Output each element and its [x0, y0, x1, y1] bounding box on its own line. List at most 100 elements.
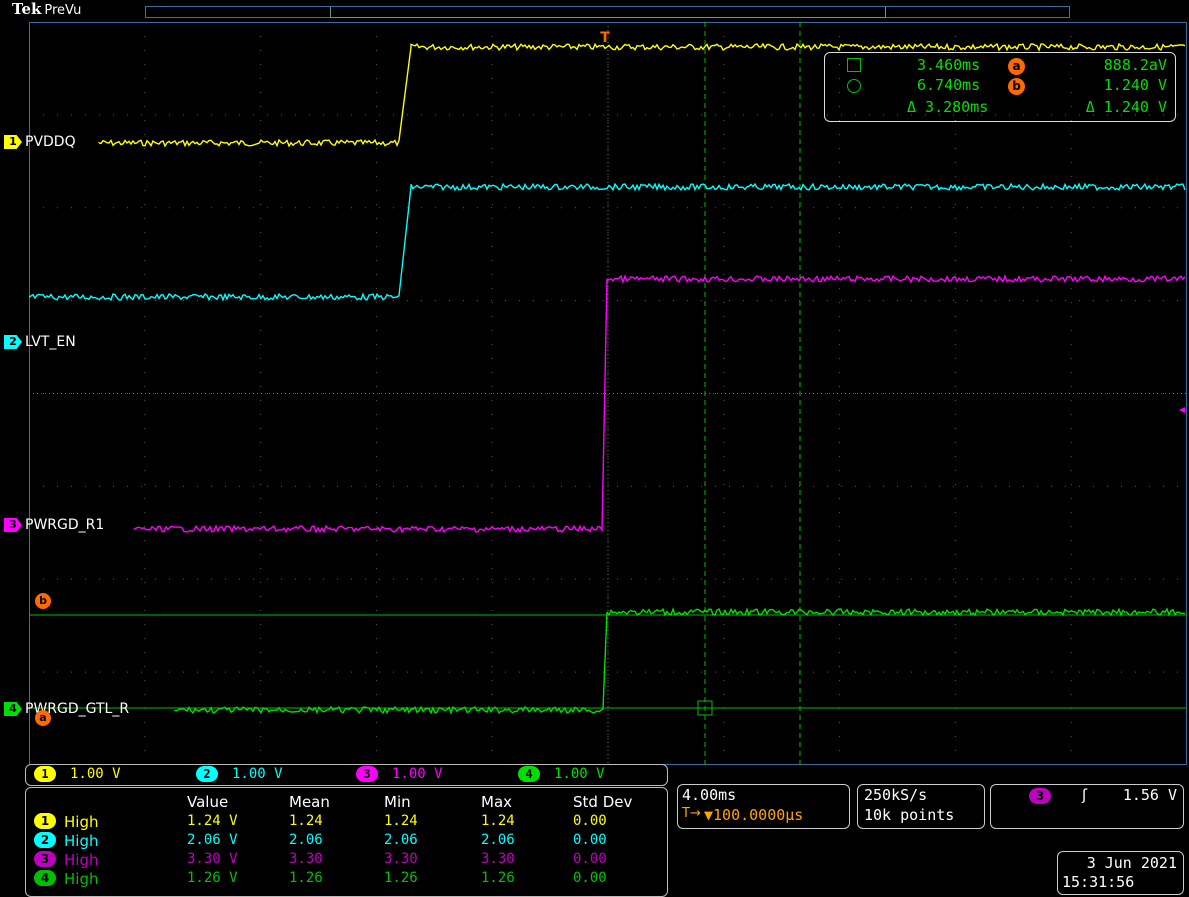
measurement-max: 1.26 — [481, 870, 515, 886]
datetime-display: 3 Jun 2021 15:31:56 — [1057, 851, 1184, 895]
header-min: Min — [384, 793, 411, 811]
rising-edge-icon: ʃ — [1082, 786, 1088, 804]
horizontal-settings[interactable]: 4.00ms T→ ▼100.0000µs — [677, 784, 850, 829]
timebase-scale: 4.00ms — [682, 786, 737, 804]
measurement-max: 3.30 — [481, 851, 515, 867]
brand-logo: Tek PreVu — [12, 0, 81, 18]
time: 15:31:56 — [1062, 873, 1135, 891]
cursor2-circle-icon — [847, 79, 861, 93]
cursor-delta-t: Δ 3.280ms — [907, 98, 989, 116]
measurement-std: 0.00 — [573, 832, 607, 848]
channel-badge: 4 — [34, 870, 56, 886]
channel-volts-per-div: 1.00 V — [70, 766, 121, 782]
measurements-panel[interactable]: Value Mean Min Max Std Dev 1 High 1.24 V 1.… — [25, 787, 668, 897]
marker-b-icon: b — [35, 593, 51, 609]
acquisition-mode: PreVu — [44, 3, 82, 18]
status-bar: Tek PreVu — [0, 0, 1189, 22]
header-std-dev: Std Dev — [573, 793, 633, 811]
measurement-std: 0.00 — [573, 813, 607, 829]
measurement-min: 1.24 — [384, 813, 418, 829]
cursor-v1: 888.2aV — [1103, 56, 1167, 74]
measurement-row-4[interactable]: 4 High 1.26 V 1.26 1.26 1.26 0.00 — [34, 870, 654, 888]
date: 3 Jun 2021 — [1086, 854, 1177, 872]
measurement-max: 2.06 — [481, 832, 515, 848]
header-max: Max — [481, 793, 513, 811]
channel-label-1[interactable]: 1 PVDDQ — [4, 133, 76, 151]
channel-scale-3[interactable]: 3 1.00 V — [356, 766, 443, 782]
header-mean: Mean — [289, 793, 330, 811]
waveform-ch4 — [174, 607, 1186, 715]
cursor-readout[interactable]: 3.460ms 6.740ms Δ 3.280ms a b 888.2aV 1.… — [824, 52, 1176, 122]
measurement-std: 0.00 — [573, 870, 607, 886]
trigger-level: 1.56 V — [1122, 786, 1177, 804]
cursor-delta-v: Δ 1.240 V — [1085, 98, 1167, 116]
graticule — [29, 22, 1187, 765]
waveform-ch3 — [133, 273, 1186, 534]
cursor1-square-icon — [847, 58, 861, 72]
header-value: Value — [187, 793, 229, 811]
measurement-value: 1.24 V — [187, 813, 238, 829]
channel-label-3[interactable]: 3 PWRGD_R1 — [4, 516, 104, 534]
measurement-value: 1.26 V — [187, 870, 238, 886]
measurement-row-1[interactable]: 1 High 1.24 V 1.24 1.24 1.24 0.00 — [34, 813, 654, 831]
channel-volts-per-div: 1.00 V — [392, 766, 443, 782]
measurement-type: High — [64, 851, 99, 869]
channel-volts-per-div: 1.00 V — [232, 766, 283, 782]
acquisition-settings[interactable]: 250kS/s 10k points — [857, 784, 985, 829]
channel-label-2[interactable]: 2 LVT_EN — [4, 333, 76, 351]
cursor-v2: 1.240 V — [1103, 76, 1167, 94]
trigger-settings[interactable]: 3 ʃ 1.56 V — [990, 784, 1184, 829]
marker-a-icon: a — [1008, 58, 1025, 75]
channel-label-4[interactable]: 4 PWRGD_GTL_R — [4, 700, 129, 718]
measurement-min: 2.06 — [384, 832, 418, 848]
measurement-value: 3.30 V — [187, 851, 238, 867]
sample-rate: 250kS/s — [864, 786, 928, 804]
measurement-mean: 1.24 — [289, 813, 323, 829]
waveforms: T — [29, 30, 1186, 715]
channel-name: PWRGD_R1 — [25, 517, 105, 533]
channel-ground-marker-icon: 2 — [4, 335, 22, 349]
trigger-position-marker: T — [600, 30, 610, 46]
channel-scale-2[interactable]: 2 1.00 V — [196, 766, 283, 782]
measurement-min: 1.26 — [384, 870, 418, 886]
marker-b-icon: b — [1008, 78, 1025, 95]
channel-volts-per-div: 1.00 V — [554, 766, 605, 782]
channel-scale-4[interactable]: 4 1.00 V — [518, 766, 605, 782]
measurement-type: High — [64, 813, 99, 831]
measurement-row-3[interactable]: 3 High 3.30 V 3.30 3.30 3.30 0.00 — [34, 851, 654, 869]
channel-ground-marker-icon: 1 — [4, 135, 22, 149]
channel-ground-marker-icon: 4 — [4, 702, 22, 716]
channel-badge: 3 — [356, 766, 378, 782]
channel-badge: 1 — [34, 766, 56, 782]
channel-name: LVT_EN — [25, 334, 76, 350]
cursor-t2: 6.740ms — [917, 76, 981, 94]
trigger-level-marker — [1179, 407, 1185, 413]
measurement-mean: 1.26 — [289, 870, 323, 886]
measurement-type: High — [64, 870, 99, 888]
measurement-std: 0.00 — [573, 851, 607, 867]
channel-ground-marker-icon: 3 — [4, 518, 22, 532]
channel-name: PVDDQ — [25, 134, 76, 150]
measurement-mean: 2.06 — [289, 832, 323, 848]
channel-scale-1[interactable]: 1 1.00 V — [34, 766, 121, 782]
channel-scale-bar[interactable]: 1 1.00 V 2 1.00 V 3 1.00 V 4 1.00 V — [25, 764, 668, 786]
cursor-t1: 3.460ms — [917, 56, 981, 74]
trigger-position-icon: T→ — [682, 806, 701, 821]
measurement-type: High — [64, 832, 99, 850]
record-view-window[interactable] — [330, 7, 886, 18]
measurement-value: 2.06 V — [187, 832, 238, 848]
waveform-display[interactable]: T — [29, 22, 1187, 765]
channel-badge: 4 — [518, 766, 540, 782]
trigger-position: ▼100.0000µs — [704, 806, 804, 824]
measurement-max: 1.24 — [481, 813, 515, 829]
channel-badge: 1 — [34, 813, 56, 829]
measurement-mean: 3.30 — [289, 851, 323, 867]
channel-badge: 2 — [34, 832, 56, 848]
trigger-source-badge: 3 — [1029, 788, 1051, 804]
logo-text: Tek — [12, 0, 42, 18]
record-length: 10k points — [864, 806, 955, 824]
marker-a-icon: a — [35, 710, 51, 726]
measurement-min: 3.30 — [384, 851, 418, 867]
measurement-row-2[interactable]: 2 High 2.06 V 2.06 2.06 2.06 0.00 — [34, 832, 654, 850]
channel-badge: 3 — [34, 851, 56, 867]
